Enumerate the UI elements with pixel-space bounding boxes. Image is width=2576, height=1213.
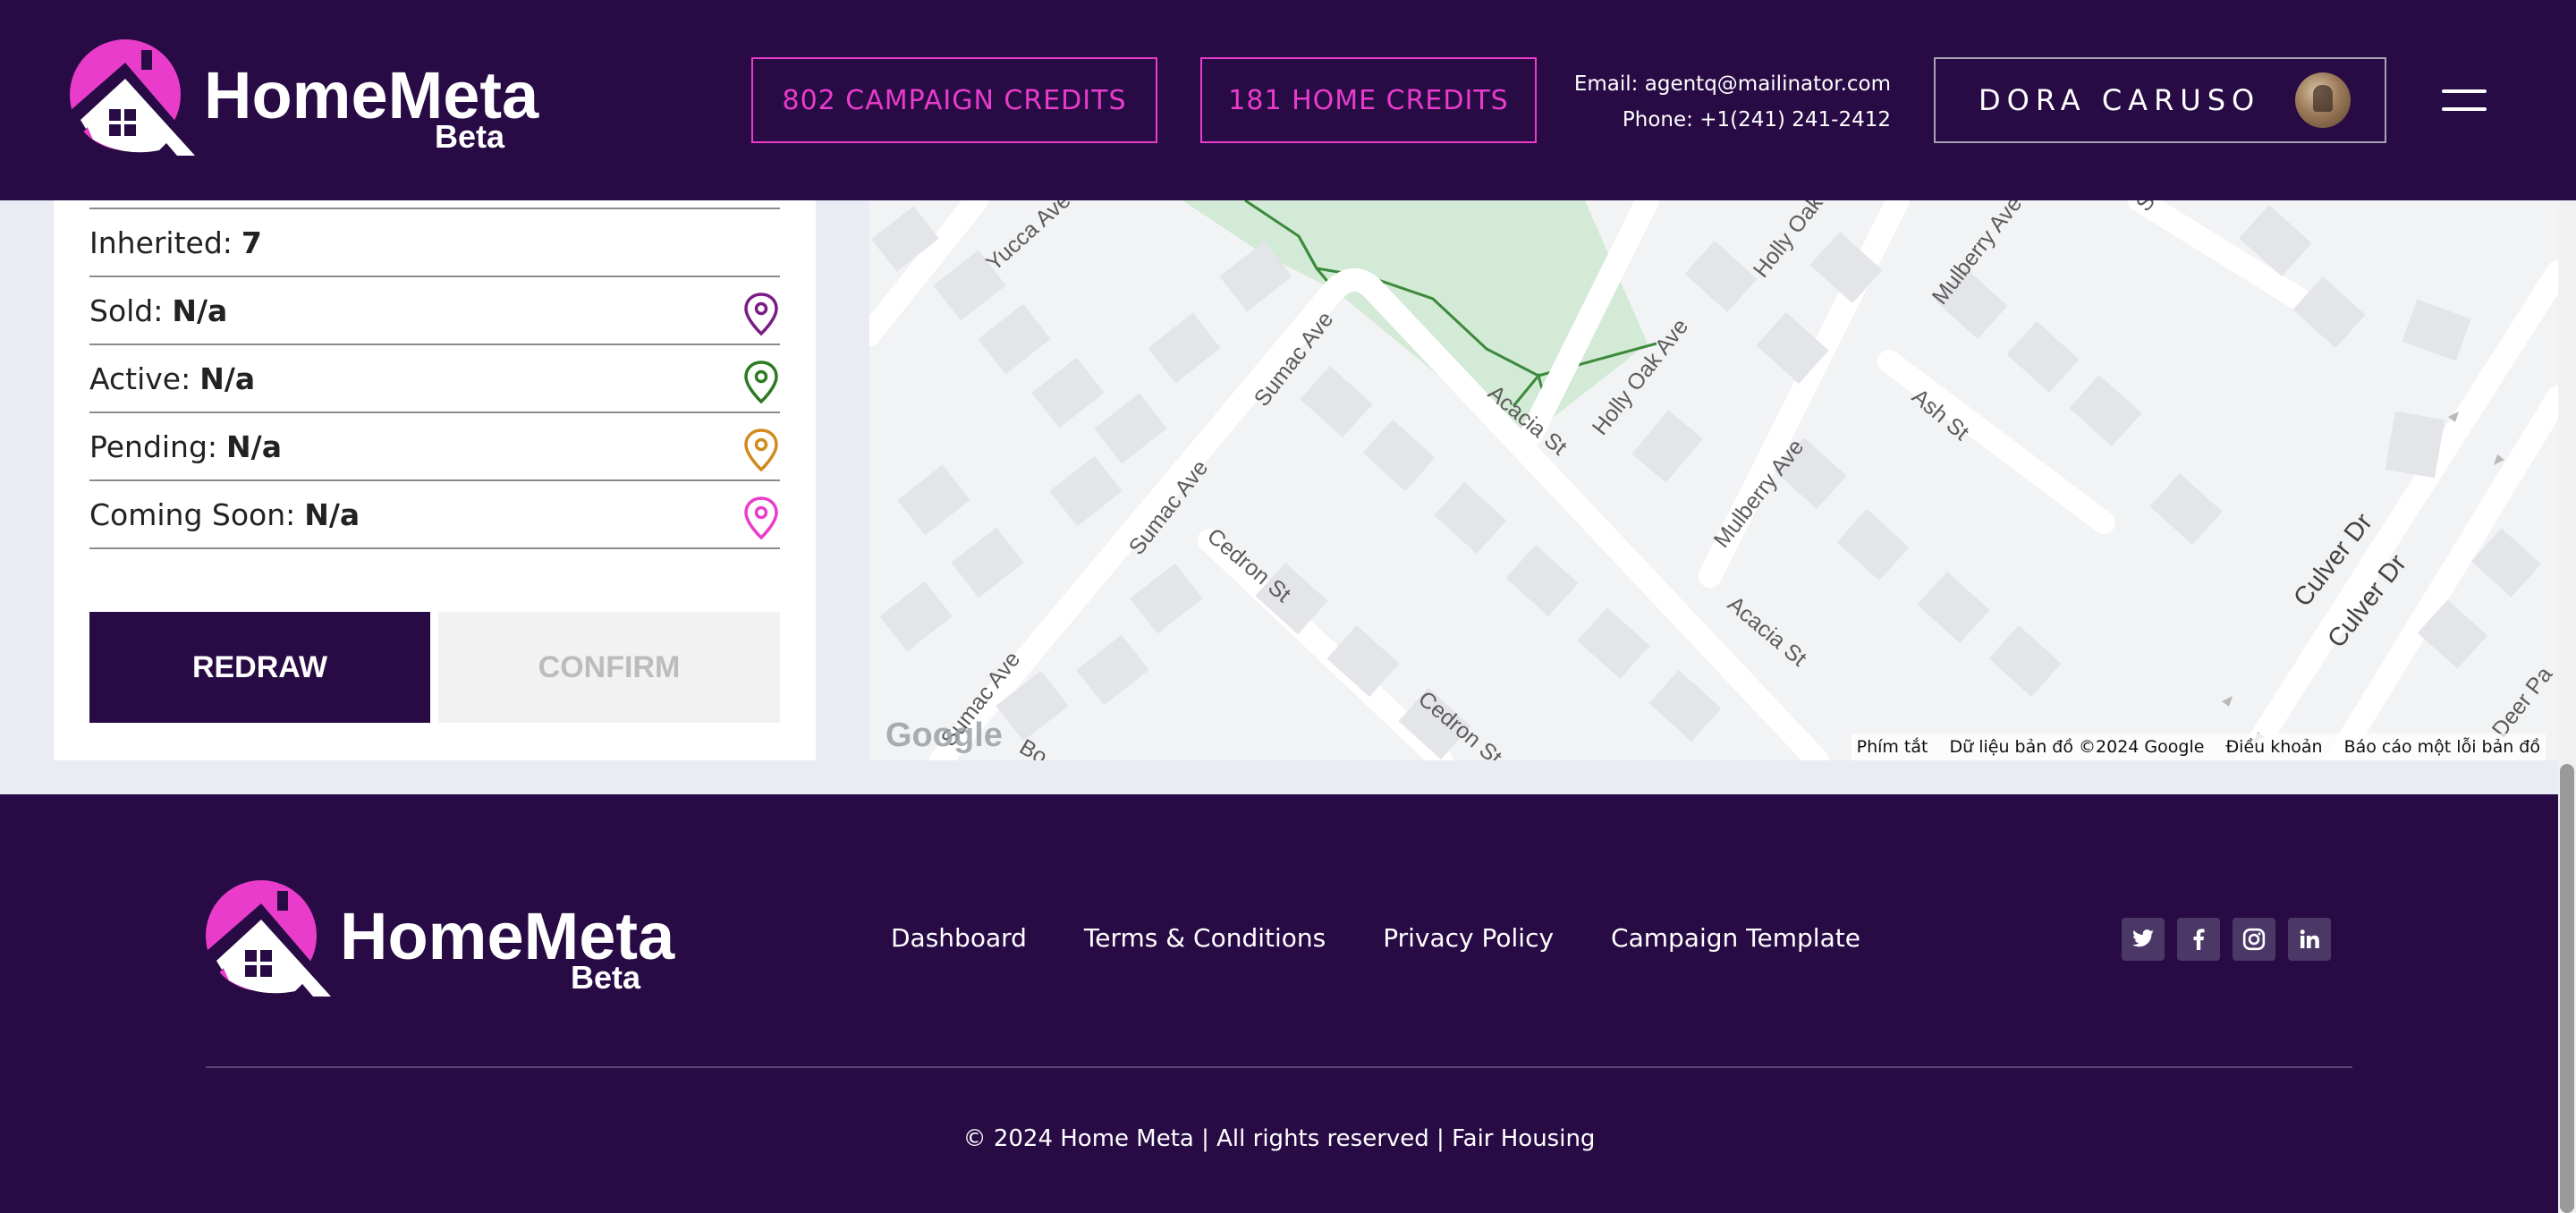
stat-value: N/a	[199, 361, 256, 396]
copyright-text: © 2024 Home Meta | All rights reserved |…	[962, 1125, 1596, 1152]
house-logo-icon	[206, 880, 336, 997]
contact-email-line: Email: agentq@mailinator.com	[1574, 66, 1891, 102]
logo-beta-tag: Beta	[435, 118, 505, 155]
footer-link-privacy[interactable]: Privacy Policy	[1383, 923, 1554, 953]
house-logo-icon	[70, 39, 200, 156]
instagram-icon[interactable]	[2233, 918, 2275, 961]
footer-links: Dashboard Terms & Conditions Privacy Pol…	[891, 923, 1860, 953]
map-pin-icon	[744, 293, 778, 336]
email-value[interactable]: agentq@mailinator.com	[1645, 72, 1891, 96]
map-pin-icon	[744, 361, 778, 404]
stat-label: Inherited:	[89, 225, 233, 260]
street-label: Bo	[1015, 734, 1051, 760]
home-credits-label: 181 HOME CREDITS	[1228, 84, 1509, 116]
top-header: HomeMeta Beta 802 CAMPAIGN CREDITS 181 H…	[0, 0, 2576, 200]
campaign-credits-label: 802 CAMPAIGN CREDITS	[782, 84, 1127, 116]
stat-pending: Pending: N/a	[89, 413, 780, 481]
map-view[interactable]: Yucca Ave Holly Oak Mulberry Ave St Suma…	[869, 200, 2558, 760]
stat-sold: Sold: N/a	[89, 277, 780, 345]
map-canvas[interactable]: Yucca Ave Holly Oak Mulberry Ave St Suma…	[869, 200, 2558, 760]
user-name: DORA CARUSO	[1979, 83, 2261, 117]
contact-info: Email: agentq@mailinator.com Phone: +1(2…	[1574, 66, 1891, 138]
footer-divider	[206, 1066, 2352, 1068]
footer-link-terms[interactable]: Terms & Conditions	[1084, 923, 1326, 953]
street-label: Mulberry Ave	[1709, 435, 1809, 553]
google-logo[interactable]: Google	[886, 717, 1003, 755]
stat-value: N/a	[304, 496, 360, 532]
stat-label: Coming Soon:	[89, 496, 296, 532]
phone-value[interactable]: +1(241) 241-2412	[1699, 108, 1891, 131]
email-label: Email:	[1573, 72, 1639, 96]
footer-link-dashboard[interactable]: Dashboard	[891, 923, 1027, 953]
stat-value: N/a	[172, 293, 228, 328]
site-footer: HomeMeta Beta Dashboard Terms & Conditio…	[0, 794, 2558, 1213]
street-label: Deer Pa	[2487, 662, 2558, 742]
twitter-icon[interactable]	[2122, 918, 2165, 961]
map-pin-icon	[744, 428, 778, 472]
map-pin-icon	[744, 496, 778, 540]
social-links	[2122, 918, 2331, 961]
footer-link-campaign-template[interactable]: Campaign Template	[1611, 923, 1860, 953]
map-report-link[interactable]: Báo cáo một lỗi bản đồ	[2344, 737, 2540, 757]
street-label: Yucca Ave	[981, 200, 1075, 276]
stat-inherited: Inherited: 7	[89, 209, 780, 277]
stat-label: Pending:	[89, 428, 218, 464]
phone-label: Phone:	[1622, 108, 1693, 131]
map-shortcuts-link[interactable]: Phím tắt	[1857, 737, 1928, 757]
avatar	[2295, 72, 2351, 128]
stat-label: Sold:	[89, 293, 164, 328]
stat-value: N/a	[226, 428, 282, 464]
confirm-button[interactable]: CONFIRM	[438, 612, 780, 723]
header-logo[interactable]: HomeMeta Beta	[70, 39, 538, 159]
contact-phone-line: Phone: +1(241) 241-2412	[1574, 102, 1891, 138]
footer-logo[interactable]: HomeMeta Beta	[206, 880, 674, 1000]
map-data-credit: Dữ liệu bản đồ ©2024 Google	[1949, 737, 2205, 757]
stat-active: Active: N/a	[89, 345, 780, 413]
linkedin-icon[interactable]	[2288, 918, 2331, 961]
facebook-icon[interactable]	[2177, 918, 2220, 961]
map-terms-link[interactable]: Điều khoản	[2225, 737, 2322, 757]
stat-label: Active:	[89, 361, 191, 396]
campaign-credits-button[interactable]: 802 CAMPAIGN CREDITS	[751, 57, 1157, 143]
logo-beta-tag: Beta	[571, 959, 641, 996]
hamburger-menu-icon[interactable]	[2442, 86, 2487, 115]
redraw-button[interactable]: REDRAW	[89, 612, 430, 723]
scrollbar-thumb[interactable]	[2560, 764, 2574, 1213]
stats-panel: Inherited: 7 Sold: N/a Active: N/a Pendi…	[54, 200, 816, 760]
user-menu-button[interactable]: DORA CARUSO	[1934, 57, 2386, 143]
street-label: Cedron St	[1202, 523, 1295, 607]
stat-value: 7	[241, 225, 262, 260]
map-attribution-bar: Phím tắt Dữ liệu bản đồ ©2024 Google Điề…	[1851, 734, 2546, 760]
home-credits-button[interactable]: 181 HOME CREDITS	[1200, 57, 1537, 143]
stat-coming-soon: Coming Soon: N/a	[89, 481, 780, 549]
